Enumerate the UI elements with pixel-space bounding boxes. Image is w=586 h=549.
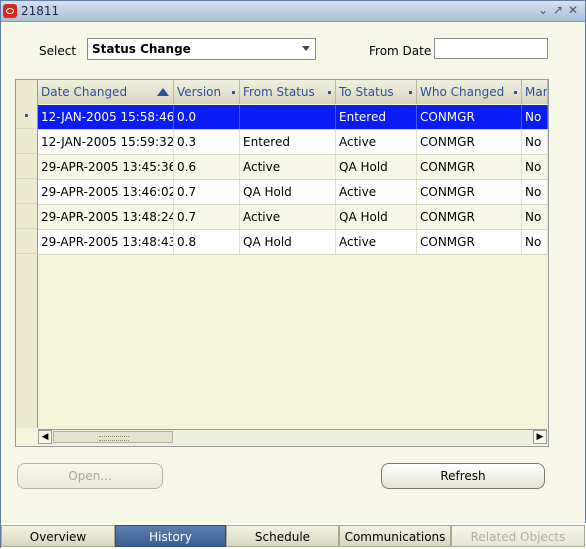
cell-date-changed: 29-APR-2005 13:48:43 [38,230,174,254]
cell-to-status: QA Hold [336,155,417,179]
history-panel: Select Status Change From Date Date Chan… [3,23,583,521]
cell-to-status: Active [336,230,417,254]
column-header-date-changed[interactable]: Date Changed [38,80,174,104]
row-selector[interactable] [16,154,37,179]
maximize-icon[interactable]: ↗ [552,3,564,17]
select-value: Status Change [92,42,191,56]
cell-date-changed: 29-APR-2005 13:46:02 [38,180,174,204]
cell-date-changed: 29-APR-2005 13:45:36 [38,155,174,179]
cell-version: 0.7 [174,205,240,229]
row-selector[interactable] [16,204,37,229]
column-header-label: To Status [339,85,394,99]
row-selector[interactable] [16,104,37,129]
cell-mar: No [522,155,548,179]
tab-communications[interactable]: Communications [339,525,451,547]
column-header-label: From Status [243,85,315,99]
column-header-from-status[interactable]: From Status [240,80,336,104]
scroll-left-icon[interactable]: ◀ [38,430,52,444]
column-header-label: Date Changed [41,85,128,99]
history-table: Date Changed Version From Status To Stat… [15,79,549,447]
tab-schedule[interactable]: Schedule [226,525,339,547]
cell-mar: No [522,230,548,254]
cell-from-status: QA Hold [240,230,336,254]
sort-indicator-icon [328,91,331,94]
cell-who-changed: CONMGR [417,205,522,229]
row-selector[interactable] [16,129,37,154]
cell-from-status: Entered [240,130,336,154]
grip-icon [99,436,129,441]
current-row-marker-icon [25,114,28,117]
cell-version: 0.0 [174,105,240,129]
horizontal-scrollbar[interactable]: ◀ ▶ [38,429,547,445]
tab-related-objects[interactable]: Related Objects [451,525,585,547]
close-icon[interactable]: ✕ [567,3,579,17]
table-row[interactable]: 12-JAN-2005 15:58:46 0.0 Entered CONMGR … [38,105,548,130]
cell-version: 0.3 [174,130,240,154]
table-row[interactable]: 29-APR-2005 13:48:43 0.8 QA Hold Active … [38,230,548,255]
tab-overview[interactable]: Overview [1,525,115,547]
column-header-mar[interactable]: Mar [522,80,548,104]
cell-who-changed: CONMGR [417,155,522,179]
window-title: 21811 [21,4,60,18]
chevron-down-icon [302,46,310,51]
tab-history[interactable]: History [115,525,226,547]
column-header-version[interactable]: Version [174,80,240,104]
oracle-logo-icon [3,4,17,18]
sort-indicator-icon [409,91,412,94]
column-header-who-changed[interactable]: Who Changed [417,80,522,104]
open-button[interactable]: Open... [17,463,163,489]
table-header: Date Changed Version From Status To Stat… [38,80,548,104]
sort-ascending-icon [157,88,169,96]
cell-from-status: Active [240,155,336,179]
cell-mar: No [522,130,548,154]
select-label: Select [39,44,77,58]
cell-date-changed: 12-JAN-2005 15:59:32 [38,130,174,154]
cell-who-changed: CONMGR [417,130,522,154]
cell-who-changed: CONMGR [417,105,522,129]
app-window: 21811 ⌄ ↗ ✕ Select Status Change From Da… [0,0,586,549]
cell-version: 0.7 [174,180,240,204]
title-bar: 21811 ⌄ ↗ ✕ [1,1,585,22]
minimize-icon[interactable]: ⌄ [537,3,549,17]
column-header-label: Version [177,85,222,99]
cell-from-status [240,105,336,129]
cell-to-status: Active [336,180,417,204]
cell-to-status: Entered [336,105,417,129]
cell-who-changed: CONMGR [417,230,522,254]
cell-date-changed: 12-JAN-2005 15:58:46 [38,105,174,129]
column-header-label: Who Changed [420,85,505,99]
sort-indicator-icon [514,91,517,94]
refresh-button[interactable]: Refresh [381,463,545,489]
select-dropdown[interactable]: Status Change [87,38,316,60]
row-selector[interactable] [16,229,37,254]
table-row[interactable]: 29-APR-2005 13:48:24 0.7 Active QA Hold … [38,205,548,230]
cell-mar: No [522,105,548,129]
cell-from-status: QA Hold [240,180,336,204]
table-row[interactable]: 12-JAN-2005 15:59:32 0.3 Entered Active … [38,130,548,155]
cell-to-status: Active [336,130,417,154]
cell-mar: No [522,180,548,204]
table-row[interactable]: 29-APR-2005 13:45:36 0.6 Active QA Hold … [38,155,548,180]
column-header-label: Mar [525,85,548,99]
cell-mar: No [522,205,548,229]
cell-who-changed: CONMGR [417,180,522,204]
cell-to-status: QA Hold [336,205,417,229]
column-header-to-status[interactable]: To Status [336,80,417,104]
row-selector[interactable] [16,179,37,204]
table-row[interactable]: 29-APR-2005 13:46:02 0.7 QA Hold Active … [38,180,548,205]
cell-date-changed: 29-APR-2005 13:48:24 [38,205,174,229]
sort-indicator-icon [232,91,235,94]
scroll-thumb[interactable] [53,431,173,443]
from-date-label: From Date [369,44,432,58]
from-date-input[interactable] [434,38,548,59]
tab-bar: Overview History Schedule Communications… [1,523,586,549]
cell-version: 0.6 [174,155,240,179]
scroll-right-icon[interactable]: ▶ [533,430,547,444]
row-selector-column [16,80,38,428]
cell-from-status: Active [240,205,336,229]
cell-version: 0.8 [174,230,240,254]
